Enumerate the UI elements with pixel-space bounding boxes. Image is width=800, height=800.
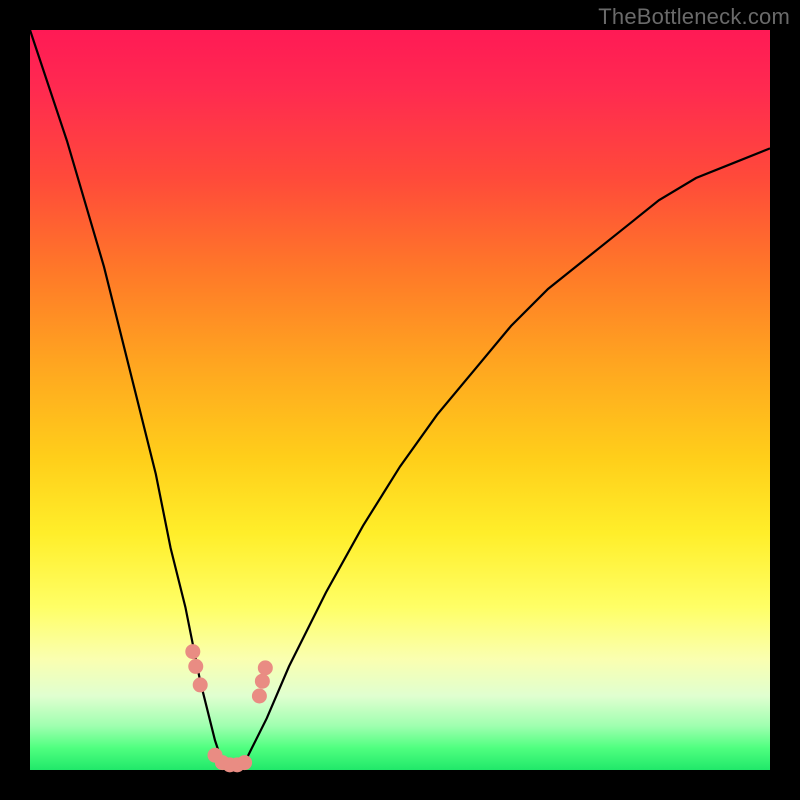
chart-frame: TheBottleneck.com	[0, 0, 800, 800]
watermark-text: TheBottleneck.com	[598, 4, 790, 30]
data-markers	[186, 645, 273, 772]
data-marker	[255, 674, 269, 688]
chart-svg	[30, 30, 770, 770]
data-marker	[258, 661, 272, 675]
plot-area	[30, 30, 770, 770]
data-marker	[238, 756, 252, 770]
data-marker	[189, 659, 203, 673]
bottleneck-curve	[30, 30, 770, 766]
data-marker	[186, 645, 200, 659]
data-marker	[252, 689, 266, 703]
data-marker	[193, 678, 207, 692]
